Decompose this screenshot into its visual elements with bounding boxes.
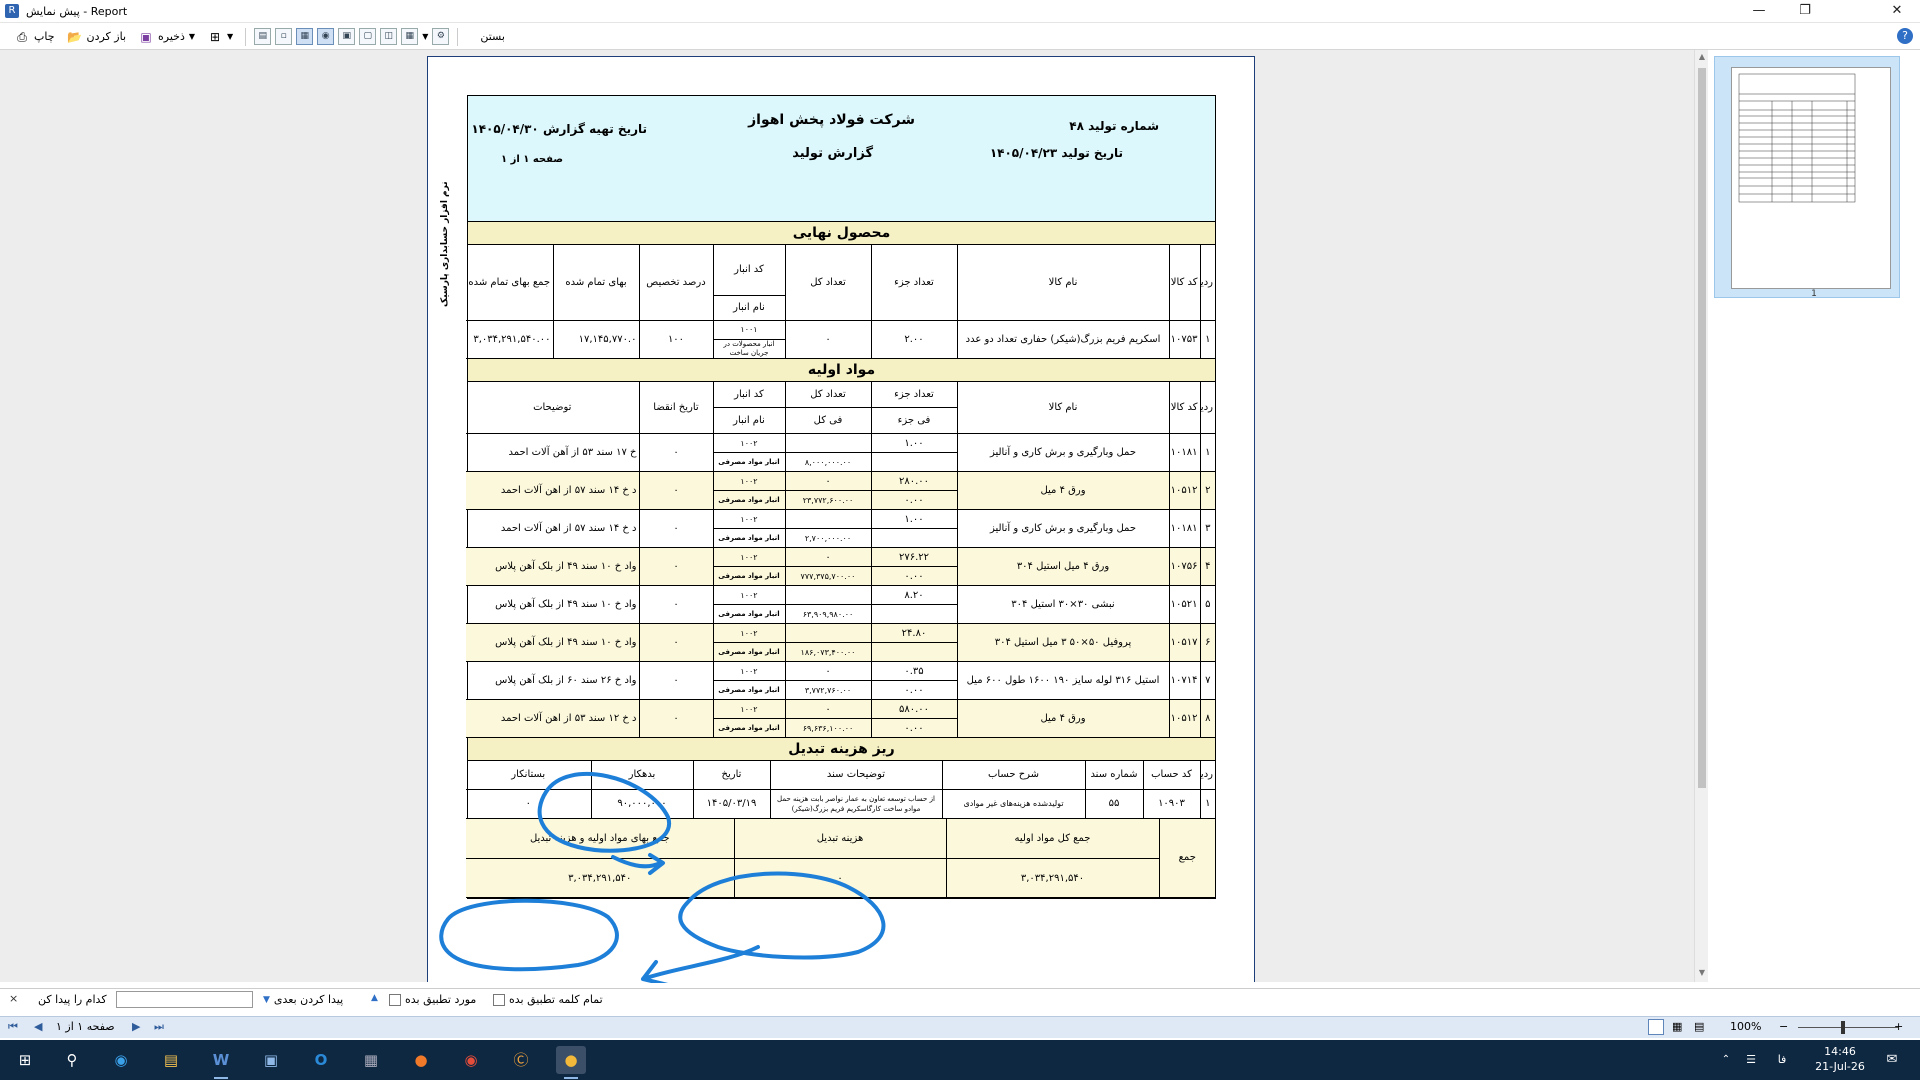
match-case-checkbox[interactable] — [389, 993, 401, 1006]
thumbnail-number: 1 — [1811, 289, 1817, 299]
language-indicator[interactable]: فا — [1772, 1046, 1792, 1074]
print-button[interactable]: ⎙ چاپ — [10, 27, 59, 47]
find-bar: × کدام را پیدا کن ▼ پیدا کردن بعدی ▲ مورد… — [0, 988, 1920, 1010]
firefox-icon[interactable]: ● — [406, 1046, 436, 1074]
zoom-slider-thumb[interactable] — [1841, 1021, 1845, 1034]
thumbnail-page[interactable] — [1731, 67, 1891, 289]
status-bar: ⏮ ◀ صفحه ۱ از ۱ ▶ ⏭ ▦ ▤ 100% − + — [0, 1016, 1920, 1038]
conversion-circle-stroke — [678, 871, 886, 960]
find-next-button[interactable]: ▼ پیدا کردن بعدی — [263, 993, 343, 1006]
close-find-button[interactable]: × — [9, 992, 18, 1005]
thumbnail-selected[interactable]: 1 — [1714, 56, 1900, 299]
close-preview-button[interactable]: بستن — [476, 28, 509, 45]
edge-browser-icon[interactable]: ◉ — [106, 1046, 136, 1074]
multi-page-button[interactable]: ▦ — [401, 28, 419, 45]
app-e-icon[interactable]: Ⓒ — [506, 1046, 536, 1074]
close-window-button[interactable]: ✕ — [1874, 0, 1920, 23]
printer-icon: ⎙ — [17, 29, 27, 44]
minimize-button[interactable]: — — [1736, 0, 1782, 23]
page-indicator: صفحه ۱ از ۱ — [56, 1020, 115, 1033]
arrow-stroke — [611, 853, 665, 875]
folder-icon: 📂 — [67, 29, 82, 44]
multi-page-view-icon[interactable]: ▦ — [1672, 1020, 1682, 1033]
thumbnail-pane: 1 — [1708, 50, 1920, 982]
scroll-down-icon[interactable]: ▼ — [1695, 968, 1709, 977]
down-arrow-stroke — [641, 945, 760, 983]
page-width-button[interactable]: ▢ — [359, 28, 377, 45]
separator — [457, 27, 459, 46]
pen-annotation — [439, 772, 886, 983]
tray-chevron-icon[interactable]: ⌃ — [1717, 1046, 1735, 1074]
notification-icon[interactable]: ✉ — [1880, 1046, 1904, 1074]
save-button[interactable]: ▣ ذخیره ▼ — [134, 27, 199, 47]
find-label: کدام را پیدا کن — [38, 993, 107, 1006]
continuous-view-icon[interactable]: ▤ — [1694, 1020, 1704, 1033]
thumbnails-toggle[interactable]: ▦ — [296, 28, 314, 45]
file-explorer-icon[interactable]: ▤ — [156, 1046, 186, 1074]
clock[interactable]: 14:46 21-Jul-26 — [1805, 1044, 1875, 1074]
calculator-icon[interactable]: ▦ — [356, 1046, 386, 1074]
chrome-icon[interactable]: ◉ — [456, 1046, 486, 1074]
whole-word-checkbox[interactable] — [493, 993, 505, 1006]
grand-total-circle-stroke — [439, 898, 619, 972]
arrow-down-icon: ▼ — [263, 994, 270, 1005]
single-page-view-icon[interactable] — [1648, 1019, 1664, 1035]
word-icon[interactable]: W — [206, 1046, 236, 1079]
find-previous-button[interactable]: ▲ — [371, 993, 378, 1003]
next-page-button[interactable]: ▶ — [132, 1020, 140, 1033]
two-pages-button[interactable]: ◫ — [380, 28, 398, 45]
zoom-out-button[interactable]: − — [1779, 1020, 1788, 1033]
export-icon: ⊞ — [210, 29, 221, 44]
restore-button[interactable]: ❐ — [1782, 0, 1828, 23]
zoom-level: 100% — [1730, 1020, 1762, 1033]
chevron-down-icon: ▼ — [227, 32, 234, 41]
debit-circle-stroke — [537, 772, 672, 853]
page-setup-button[interactable]: ▤ — [254, 28, 272, 45]
parsik-app-icon[interactable]: ● — [556, 1046, 586, 1079]
toolbar: ⎙ چاپ 📂 باز کردن ▣ ذخیره ▼ ⊞ ▼ ▤ ▫ ▦ ◉ ▣ ▢ ◫ … — [0, 24, 1920, 50]
open-button[interactable]: 📂 باز کردن — [63, 27, 131, 47]
first-page-button[interactable]: ⏮ — [8, 1020, 18, 1034]
zoom-button[interactable]: ⚙ — [432, 28, 450, 45]
store-icon[interactable]: ▣ — [256, 1046, 286, 1074]
outlook-icon[interactable]: O — [306, 1046, 336, 1074]
scroll-up-icon[interactable]: ▲ — [1695, 52, 1709, 61]
find-input[interactable] — [116, 991, 253, 1008]
window-title: پیش نمایش - Report — [26, 4, 128, 18]
zoom-slider-track[interactable] — [1798, 1027, 1898, 1028]
windows-start-icon[interactable]: ⊞ — [10, 1046, 40, 1074]
taskbar: ⊞ ⚲ ◉ ▤ W ▣ O ▦ ● ◉ Ⓒ ● ⌃ ☰ فا 14:46 21-J… — [0, 1040, 1920, 1080]
network-icon[interactable]: ☰ — [1742, 1046, 1760, 1074]
chevron-down-icon: ▼ — [188, 32, 196, 41]
separator — [245, 27, 247, 46]
vertical-scrollbar[interactable]: ▲ ▼ — [1694, 50, 1708, 982]
help-icon[interactable]: ? — [1897, 28, 1913, 44]
search-icon[interactable]: ⚲ — [57, 1046, 87, 1074]
floppy-disk-icon: ▣ — [140, 29, 152, 44]
title-bar: R پیش نمایش - Report — ❐ ✕ — [0, 0, 1920, 23]
report-app-icon: R — [5, 4, 19, 18]
single-page-button[interactable]: ▣ — [338, 28, 356, 45]
scroll-thumb[interactable] — [1698, 68, 1706, 788]
report-page: نرم افزار حسابداری پارسیک شماره تولید ۴۸… — [427, 56, 1255, 983]
copy-button[interactable]: ▫ — [275, 28, 293, 45]
find-toggle[interactable]: ◉ — [317, 28, 335, 45]
chevron-down-icon[interactable]: ▼ — [422, 32, 428, 41]
previous-page-button[interactable]: ◀ — [34, 1020, 42, 1033]
export-button[interactable]: ⊞ ▼ — [203, 27, 237, 47]
match-case-option[interactable]: مورد تطبیق بده — [389, 993, 476, 1006]
whole-word-option[interactable]: تمام کلمه تطبیق بده — [493, 993, 603, 1006]
last-page-button[interactable]: ⏭ — [154, 1020, 164, 1034]
thumbnail-preview — [1738, 73, 1856, 203]
zoom-in-button[interactable]: + — [1894, 1020, 1903, 1033]
